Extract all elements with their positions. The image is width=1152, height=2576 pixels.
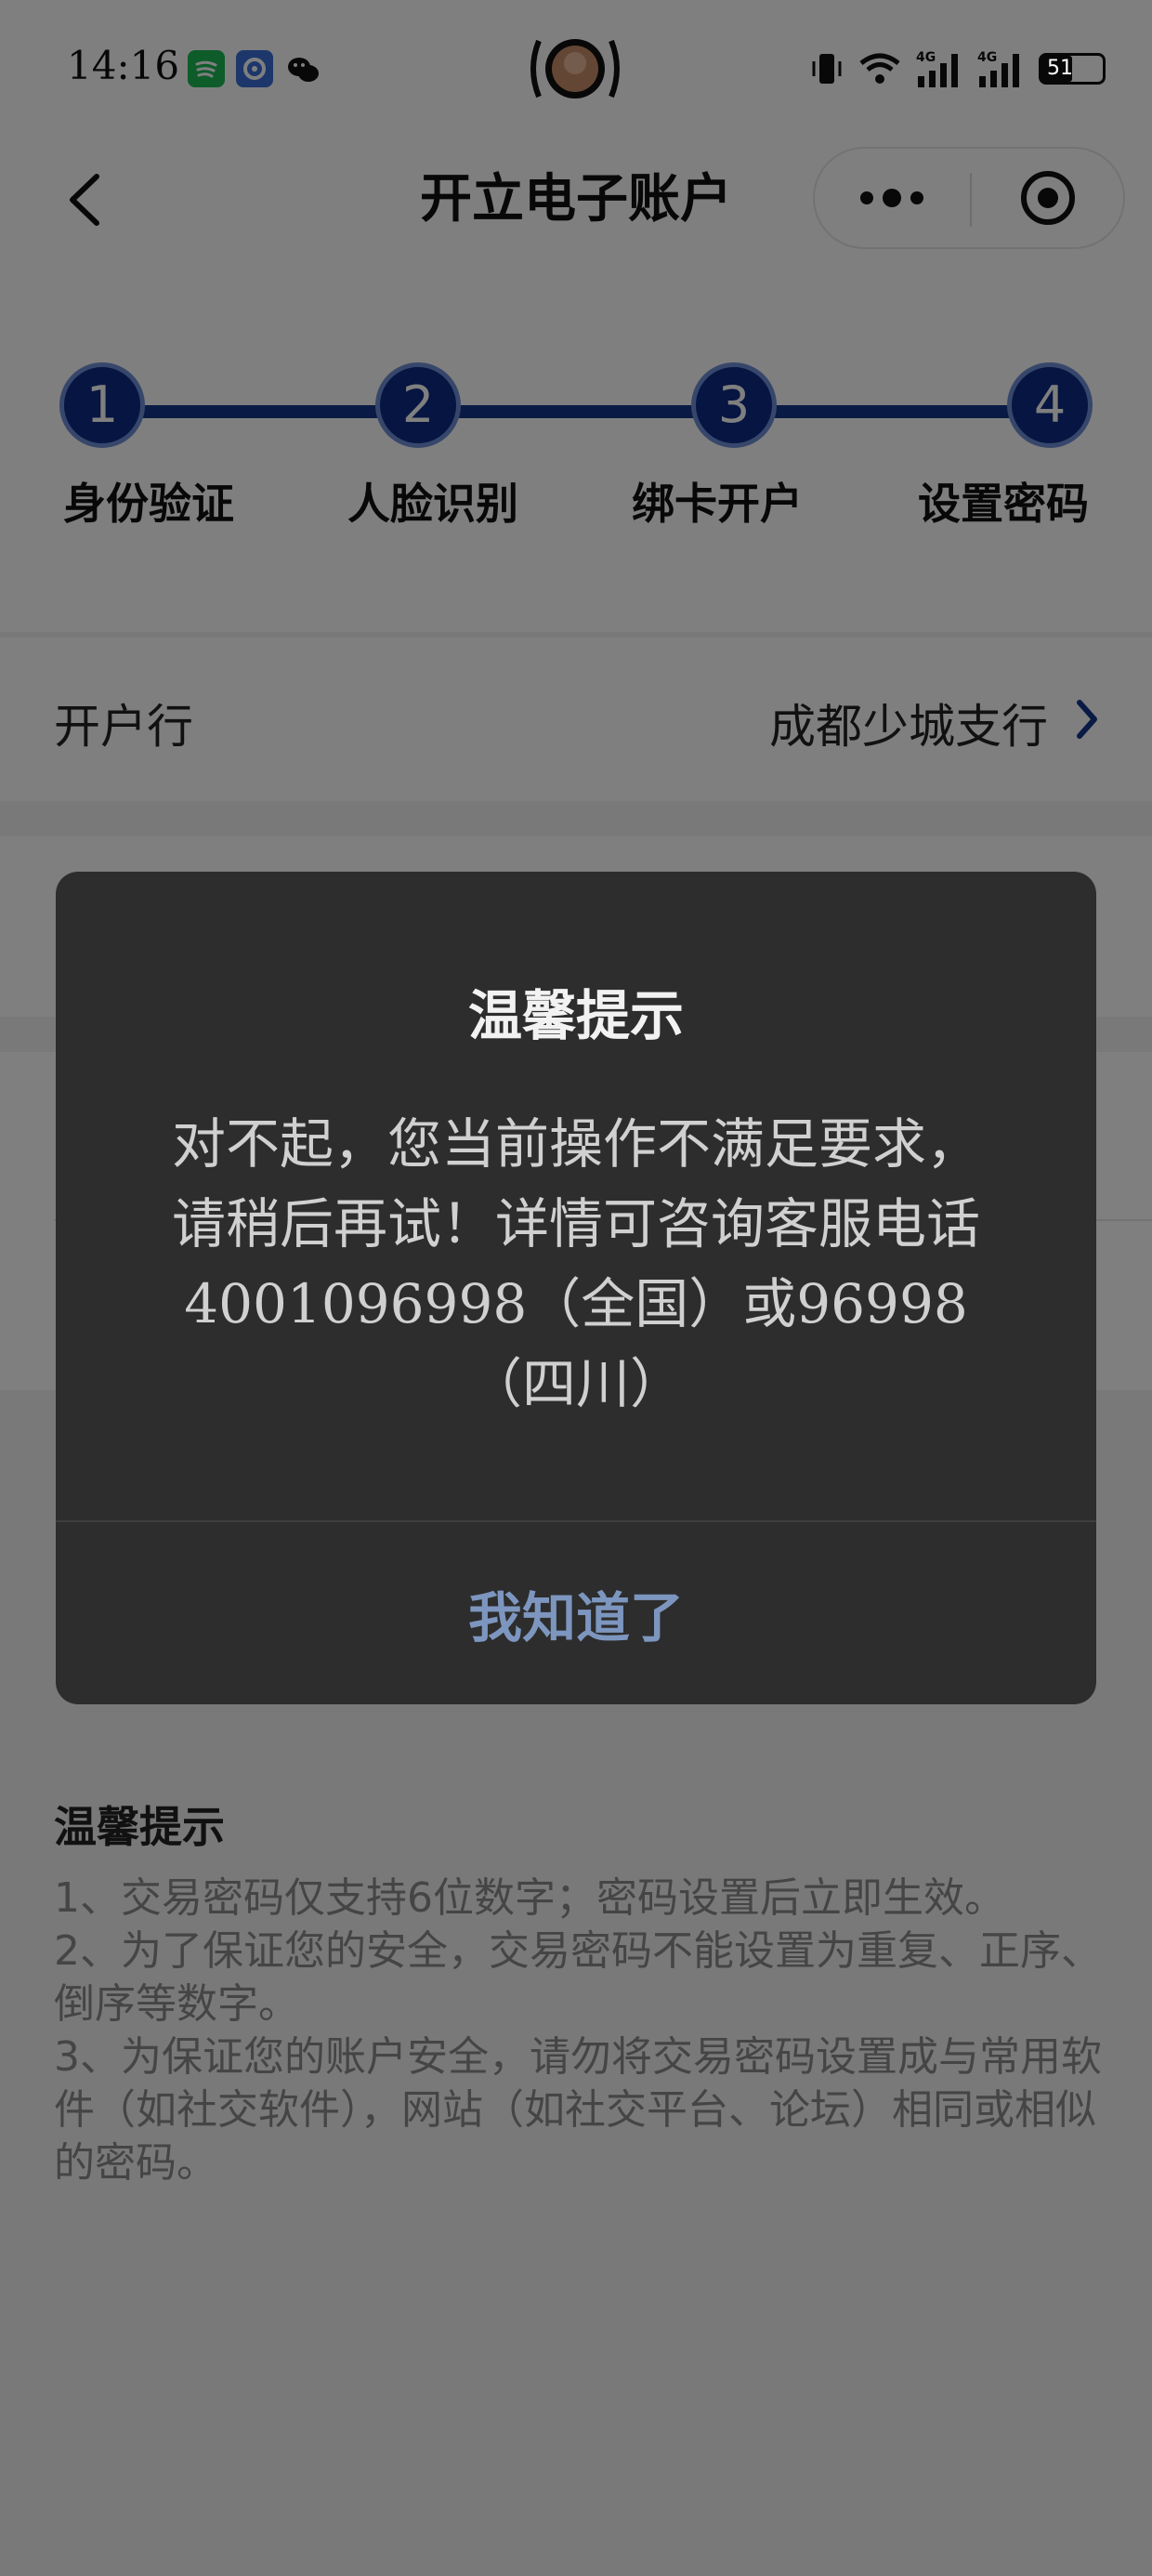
dialog-title: 温馨提示	[467, 984, 684, 1047]
alert-dialog: 温馨提示 对不起，您当前操作不满足要求，请稍后再试！详情可咨询客服电话40010…	[56, 872, 1096, 1704]
acknowledge-button[interactable]: 我知道了	[56, 1522, 1096, 1704]
battery-level: 51	[1047, 57, 1073, 80]
dialog-message: 对不起，您当前操作不满足要求，请稍后再试！详情可咨询客服电话4001096998…	[171, 1112, 980, 1415]
